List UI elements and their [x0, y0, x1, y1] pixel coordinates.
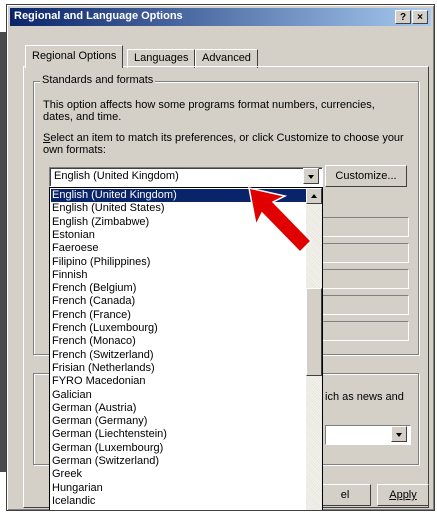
regional-language-dialog: Regional and Language Options ? × Region…	[6, 4, 435, 511]
annotation-arrow-icon	[248, 187, 313, 254]
tab-regional-options[interactable]: Regional Options	[25, 45, 124, 68]
annotation-arrow-shape	[248, 187, 313, 254]
